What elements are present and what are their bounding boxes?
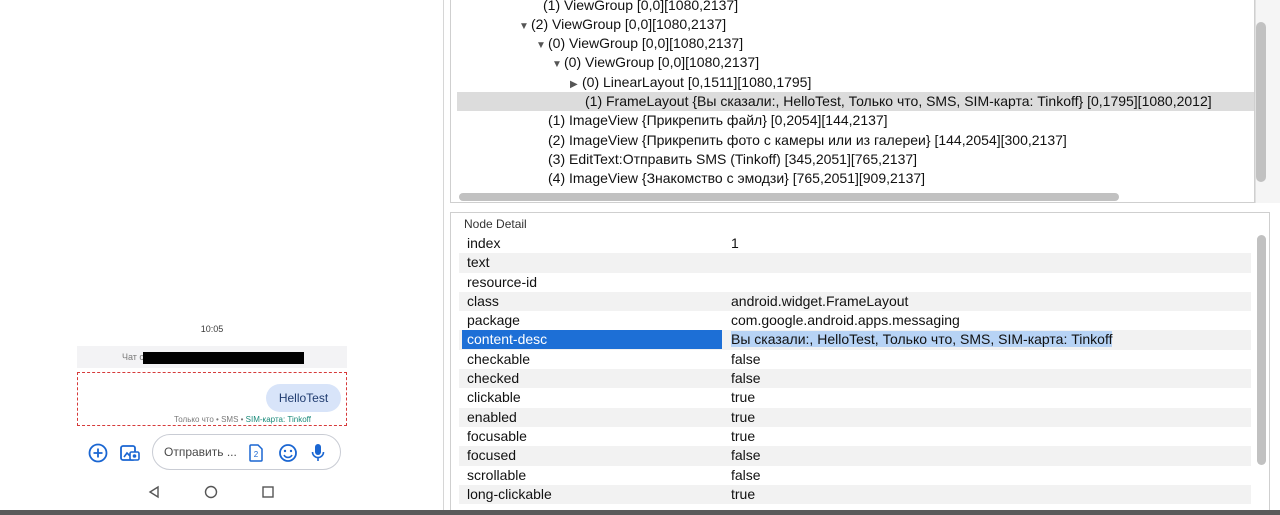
detail-key: focused xyxy=(467,447,517,464)
tree-row-label: (1) ViewGroup [0,0][1080,2137] xyxy=(543,0,739,13)
inspector-panel: (1) ViewGroup [0,0][1080,2137] ▼ (2) View… xyxy=(445,0,1280,515)
detail-key: content-desc xyxy=(462,330,722,350)
tree-row[interactable]: (3) EditText:Отправить SMS (Tinkoff) [34… xyxy=(548,150,917,169)
message-bubble[interactable]: HelloTest xyxy=(266,384,341,412)
expanded-triangle-icon[interactable]: ▼ xyxy=(552,55,564,74)
recents-icon[interactable] xyxy=(262,486,274,498)
chat-header-prefix: Чат с xyxy=(122,352,144,362)
detail-key: checked xyxy=(467,370,520,387)
node-detail-table: index 1 text resource-id class android.wid… xyxy=(459,234,1251,505)
detail-value: Вы сказали:, HelloTest, Только что, SMS,… xyxy=(731,331,1113,348)
detail-value: false xyxy=(731,466,761,483)
detail-key: scrollable xyxy=(467,466,527,483)
detail-row[interactable]: checkable false xyxy=(459,350,1251,369)
redaction-bar xyxy=(143,352,304,364)
message-meta: Только что • SMS • SIM-карта: Tinkoff xyxy=(174,415,311,424)
tree-row[interactable]: (1) ViewGroup [0,0][1080,2137] xyxy=(531,0,738,15)
detail-row[interactable]: clickable true xyxy=(459,388,1251,407)
tree-row-label: (0) ViewGroup [0,0][1080,2137] xyxy=(564,54,760,70)
message-meta-sim: SIM-карта: Tinkoff xyxy=(245,415,311,424)
node-detail-panel: Node Detail index 1 text resource-id clas… xyxy=(450,212,1270,512)
compose-input[interactable] xyxy=(164,443,242,461)
detail-row[interactable]: index 1 xyxy=(459,234,1251,253)
detail-value: false xyxy=(731,447,761,464)
tree-row[interactable]: ▼ (0) ViewGroup [0,0][1080,2137] xyxy=(536,34,743,53)
tree-row-label: (1) ImageView {Прикрепить файл} [0,2054]… xyxy=(548,112,888,128)
tree-row[interactable]: (4) ImageView {Знакомство с эмодзи} [765… xyxy=(548,169,925,188)
emoji-icon[interactable] xyxy=(278,443,298,463)
tree-row-label: (2) ViewGroup [0,0][1080,2137] xyxy=(531,16,727,32)
detail-value: true xyxy=(731,485,756,502)
detail-value: true xyxy=(731,427,756,444)
node-detail-title: Node Detail xyxy=(464,217,527,231)
microphone-icon[interactable] xyxy=(311,443,325,463)
detail-key: package xyxy=(467,312,520,329)
tree-row-label: (1) FrameLayout {Вы сказали:, HelloTest,… xyxy=(585,93,1212,109)
message-time: 10:05 xyxy=(200,324,224,334)
detail-row-selected[interactable]: content-desc Вы сказали:, HelloTest, Толь… xyxy=(459,330,1251,350)
detail-key: clickable xyxy=(467,389,521,406)
detail-key: index xyxy=(467,235,501,251)
tree-row[interactable]: (1) ImageView {Прикрепить файл} [0,2054]… xyxy=(548,111,888,130)
detail-value: true xyxy=(731,408,756,425)
detail-row[interactable]: scrollable false xyxy=(459,466,1251,485)
tree-row[interactable]: ▼ (0) ViewGroup [0,0][1080,2137] xyxy=(552,53,759,72)
horizontal-scrollbar[interactable] xyxy=(459,193,1119,201)
home-icon[interactable] xyxy=(204,485,218,499)
tree-row-label: (4) ImageView {Знакомство с эмодзи} [765… xyxy=(548,170,926,186)
tree-row-label: (2) ImageView {Прикрепить фото с камеры … xyxy=(548,132,1067,148)
detail-key: resource-id xyxy=(467,273,538,290)
device-screenshot: 10:05 Чат с HelloTest Только что • SMS •… xyxy=(0,0,444,515)
detail-key: text xyxy=(467,254,490,271)
detail-key: class xyxy=(467,292,499,309)
detail-row[interactable]: enabled true xyxy=(459,407,1251,427)
system-navigation-bar xyxy=(140,484,280,502)
detail-row[interactable]: checked false xyxy=(459,369,1251,389)
detail-key: focusable xyxy=(467,427,527,444)
tree-row-label: (3) EditText:Отправить SMS (Tinkoff) [34… xyxy=(548,151,918,167)
detail-key: enabled xyxy=(467,408,517,425)
detail-value: com.google.android.apps.messaging xyxy=(731,312,960,329)
detail-row[interactable]: focusable true xyxy=(459,427,1251,446)
tree-row[interactable]: ▼ (2) ViewGroup [0,0][1080,2137] xyxy=(519,15,726,34)
detail-value: false xyxy=(731,370,761,387)
tree-row[interactable]: (2) ImageView {Прикрепить фото с камеры … xyxy=(548,131,1067,150)
expanded-triangle-icon[interactable]: ▼ xyxy=(519,17,531,36)
detail-value: android.widget.FrameLayout xyxy=(731,292,909,309)
vertical-scrollbar[interactable] xyxy=(1256,22,1266,182)
tree-row-selected[interactable]: (1) FrameLayout {Вы сказали:, HelloTest,… xyxy=(457,92,1254,111)
add-circle-icon[interactable] xyxy=(88,443,108,463)
expanded-triangle-icon[interactable]: ▼ xyxy=(536,36,548,55)
detail-row[interactable]: package com.google.android.apps.messaging xyxy=(459,311,1251,330)
tree-row[interactable]: ▶ (0) LinearLayout [0,1511][1080,1795] xyxy=(570,73,811,92)
tree-row-label: (0) LinearLayout [0,1511][1080,1795] xyxy=(582,74,812,90)
detail-row[interactable]: long-clickable true xyxy=(459,484,1251,505)
detail-vertical-scrollbar[interactable] xyxy=(1257,235,1266,465)
back-icon[interactable] xyxy=(147,485,161,499)
detail-row[interactable]: focused false xyxy=(459,446,1251,466)
detail-row[interactable]: resource-id xyxy=(459,273,1251,292)
detail-key: checkable xyxy=(467,350,531,367)
gallery-camera-icon[interactable] xyxy=(119,442,141,464)
detail-row[interactable]: text xyxy=(459,253,1251,273)
detail-value: true xyxy=(731,389,756,406)
detail-row[interactable]: class android.widget.FrameLayout xyxy=(459,291,1251,312)
detail-value: false xyxy=(731,350,761,367)
hierarchy-tree[interactable]: (1) ViewGroup [0,0][1080,2137] ▼ (2) View… xyxy=(450,0,1255,203)
window-bottom-edge xyxy=(0,510,1280,515)
sim-card-icon[interactable]: 2 xyxy=(249,444,263,462)
compose-field-container[interactable]: 2 xyxy=(152,434,341,470)
detail-value: 1 xyxy=(731,235,739,251)
message-meta-prefix: Только что • SMS • xyxy=(174,415,246,424)
tree-row-label: (0) ViewGroup [0,0][1080,2137] xyxy=(548,35,744,51)
detail-key: long-clickable xyxy=(467,485,552,502)
sim-badge: 2 xyxy=(254,450,259,459)
